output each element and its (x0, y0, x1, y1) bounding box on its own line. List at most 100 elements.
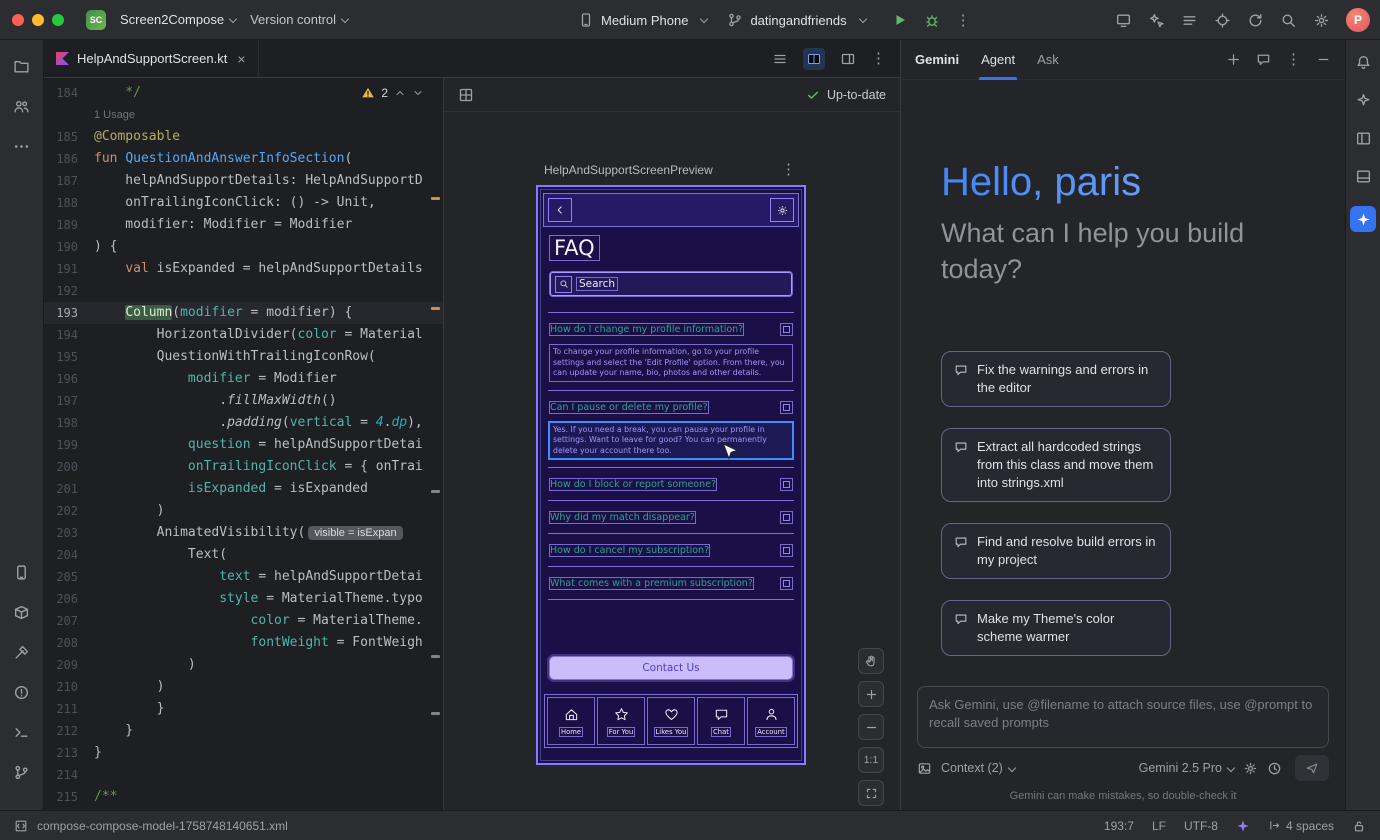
status-file-path[interactable]: compose-compose-model-1758748140651.xml (37, 819, 288, 833)
code-line[interactable]: 209 ) (44, 654, 443, 676)
gemini-prompt-input[interactable] (917, 686, 1329, 748)
close-tab-icon[interactable]: × (237, 51, 245, 67)
send-button[interactable] (1295, 755, 1329, 781)
device-selector[interactable]: Medium Phone (578, 12, 707, 28)
nav-item-for-you[interactable]: For You (598, 698, 644, 744)
code-line[interactable]: 211 } (44, 698, 443, 720)
split-editor-icon[interactable] (803, 48, 825, 70)
expand-toggle-icon[interactable] (781, 479, 792, 490)
code-line[interactable]: 188 onTrailingIconClick: () -> Unit, (44, 192, 443, 214)
code-line[interactable]: 214 (44, 764, 443, 786)
nav-item-chat[interactable]: Chat (698, 698, 744, 744)
assistant-panel-icon[interactable] (1355, 168, 1372, 185)
task-list-icon[interactable] (1181, 12, 1198, 29)
faq-question-row[interactable]: Can I pause or delete my profile? (548, 391, 794, 423)
zoom-out-button[interactable] (858, 714, 884, 740)
editor-options-kebab[interactable]: ⋮ (871, 51, 886, 66)
inspections-widget[interactable]: 2 (356, 84, 429, 102)
code-line[interactable]: 213} (44, 742, 443, 764)
close-window-button[interactable] (12, 14, 24, 26)
code-line[interactable]: 204 Text( (44, 544, 443, 566)
code-line[interactable]: 194 HorizontalDivider(color = Material (44, 324, 443, 346)
ai-spark-icon[interactable] (1355, 92, 1372, 109)
nav-item-account[interactable]: Account (748, 698, 794, 744)
suggestion-card[interactable]: Extract all hardcoded strings from this … (941, 428, 1171, 502)
caret-position[interactable]: 193:7 (1104, 819, 1134, 833)
settings-gear-icon[interactable] (771, 199, 793, 221)
minimize-window-button[interactable] (32, 14, 44, 26)
vcs-menu[interactable]: Version control (250, 12, 348, 27)
code-line[interactable]: 192 (44, 280, 443, 302)
run-button[interactable] (892, 12, 908, 28)
sync-icon[interactable] (1247, 12, 1264, 29)
code-line[interactable]: 203 AnimatedVisibility(visible = isExpan (44, 522, 443, 544)
code-line[interactable]: 207 color = MaterialTheme. (44, 610, 443, 632)
code-line[interactable]: 202 ) (44, 500, 443, 522)
indent-widget[interactable]: 4 spaces (1268, 819, 1334, 833)
editor-tab[interactable]: HelpAndSupportScreen.kt × (44, 40, 259, 77)
code-line[interactable]: 189 modifier: Modifier = Modifier (44, 214, 443, 236)
history-icon[interactable] (1267, 761, 1282, 776)
expand-toggle-icon[interactable] (781, 578, 792, 589)
faq-question-row[interactable]: What comes with a premium subscription? (548, 567, 794, 599)
preview-grid-icon[interactable] (458, 87, 474, 103)
code-line[interactable]: 205 text = helpAndSupportDetai (44, 566, 443, 588)
code-line[interactable]: 197 .fillMaxWidth() (44, 390, 443, 412)
profile-avatar[interactable]: P (1346, 8, 1370, 32)
branch-selector[interactable]: datingandfriends (727, 12, 865, 28)
run-options-kebab[interactable]: ⋮ (956, 13, 971, 28)
code-line[interactable]: 210 ) (44, 676, 443, 698)
line-separator[interactable]: LF (1152, 819, 1166, 833)
preview-options-kebab[interactable]: ⋮ (781, 162, 796, 177)
expand-toggle-icon[interactable] (781, 545, 792, 556)
more-tool-windows-icon[interactable] (8, 132, 36, 160)
nav-item-home[interactable]: Home (548, 698, 594, 744)
problems-icon[interactable] (8, 678, 36, 706)
faq-question-row[interactable]: Why did my match disappear? (548, 501, 794, 533)
file-encoding[interactable]: UTF-8 (1184, 819, 1218, 833)
zoom-in-button[interactable] (858, 681, 884, 707)
code-line[interactable]: 198 .padding(vertical = 4.dp), (44, 412, 443, 434)
version-control-icon[interactable] (8, 758, 36, 786)
resource-manager-icon[interactable] (8, 598, 36, 626)
code-line[interactable]: 199 question = helpAndSupportDetai (44, 434, 443, 456)
faq-question-row[interactable]: How do I cancel my subscription? (548, 534, 794, 566)
profiler-icon[interactable] (1214, 12, 1231, 29)
back-button[interactable] (549, 199, 571, 221)
pan-hand-button[interactable] (858, 648, 884, 674)
code-line[interactable]: 185@Composable (44, 126, 443, 148)
preview-layout-icon[interactable] (840, 51, 856, 67)
code-line[interactable]: 206 style = MaterialTheme.typo (44, 588, 443, 610)
zoom-reset-button[interactable]: 1:1 (858, 747, 884, 773)
suggestion-card[interactable]: Fix the warnings and errors in the edito… (941, 351, 1171, 407)
context-selector[interactable]: Context (2) (941, 761, 1015, 775)
gemini-tool-window-button[interactable] (1350, 206, 1376, 232)
terminal-icon[interactable] (8, 718, 36, 746)
attach-context-icon[interactable] (917, 761, 932, 776)
device-mirroring-icon[interactable] (1115, 12, 1132, 29)
model-selector[interactable]: Gemini 2.5 Pro (1139, 761, 1234, 775)
faq-question-row[interactable]: How do I block or report someone? (548, 468, 794, 500)
ai-actions-icon[interactable] (1148, 12, 1165, 29)
prev-issue-icon[interactable] (394, 87, 406, 99)
debug-button[interactable] (924, 12, 940, 28)
expand-toggle-icon[interactable] (781, 324, 792, 335)
lock-icon[interactable] (1352, 819, 1366, 833)
code-line[interactable]: 201 isExpanded = isExpanded (44, 478, 443, 500)
code-line[interactable]: 191 val isExpanded = helpAndSupportDetai… (44, 258, 443, 280)
code-editor[interactable]: 184 */1 Usage185@Composable186fun Questi… (44, 78, 444, 810)
suggestion-card[interactable]: Make my Theme's color scheme warmer (941, 600, 1171, 656)
layout-inspector-icon[interactable] (1355, 130, 1372, 147)
code-line[interactable]: 190) { (44, 236, 443, 258)
code-line[interactable]: 215/** (44, 786, 443, 808)
device-explorer-icon[interactable] (8, 558, 36, 586)
editor-list-icon[interactable] (772, 51, 788, 67)
build-icon[interactable] (8, 638, 36, 666)
code-line[interactable]: 1 Usage (44, 104, 443, 126)
project-selector[interactable]: Screen2Compose (120, 12, 236, 27)
code-line[interactable]: 187 helpAndSupportDetails: HelpAndSuppor… (44, 170, 443, 192)
notifications-bell-icon[interactable] (1355, 54, 1372, 71)
search-icon[interactable] (1280, 12, 1297, 29)
faq-question-row[interactable]: How do I change my profile information? (548, 313, 794, 345)
code-line[interactable]: 193 Column(modifier = modifier) { (44, 302, 443, 324)
